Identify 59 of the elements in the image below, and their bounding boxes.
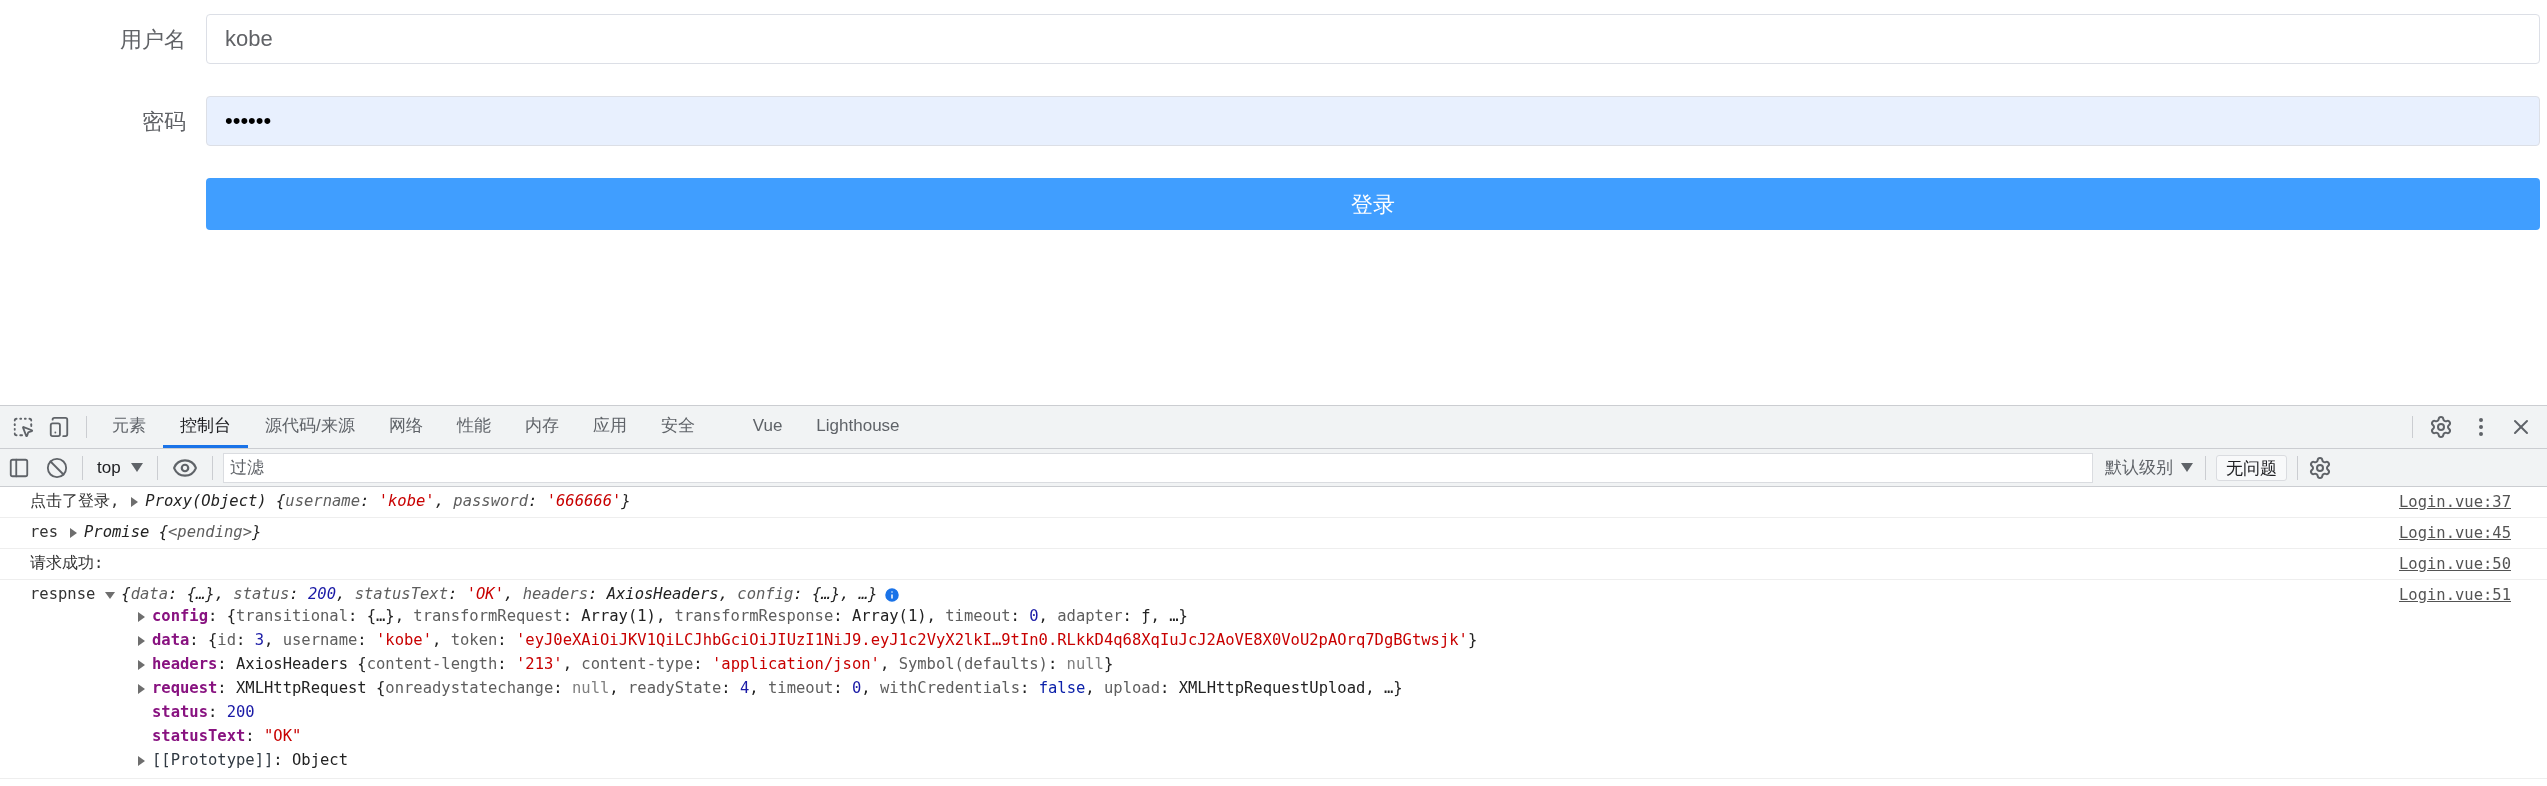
log-level-dropdown[interactable]: 默认级别 bbox=[2102, 454, 2195, 481]
source-link[interactable]: Login.vue:37 bbox=[2399, 492, 2511, 512]
property-value: : {transitional: {…}, transformRequest: Array(1), transformResponse: Array(1), timeout: 0, adapter: ƒ, …} bbox=[208, 606, 1188, 628]
clear-console-icon[interactable] bbox=[46, 456, 68, 479]
caret-icon bbox=[130, 463, 143, 472]
property-value: : Object bbox=[273, 750, 348, 772]
devtools-tab[interactable]: 应用 bbox=[575, 406, 644, 448]
device-toolbar-icon[interactable] bbox=[48, 416, 70, 438]
console-settings-icon[interactable] bbox=[2307, 455, 2332, 480]
sidebar-toggle-icon[interactable] bbox=[8, 456, 30, 479]
property-value: : 200 bbox=[208, 702, 255, 724]
property-value: : "OK" bbox=[245, 726, 302, 748]
devtools-tab[interactable]: 元素 bbox=[95, 406, 163, 448]
expand-arrow-icon[interactable] bbox=[136, 612, 146, 622]
username-field[interactable]: kobe bbox=[206, 14, 2540, 64]
password-field[interactable]: •••••• bbox=[206, 96, 2540, 146]
expand-arrow-icon[interactable] bbox=[129, 497, 140, 507]
devtools-tab[interactable]: Lighthouse bbox=[799, 406, 917, 448]
log-label: res bbox=[30, 522, 58, 544]
field-label: 密码 bbox=[141, 107, 186, 136]
property-key: [[Prototype]] bbox=[152, 749, 274, 773]
context-dropdown[interactable]: top bbox=[93, 454, 147, 481]
log-label: 请求成功: bbox=[30, 553, 104, 575]
inspect-element-icon[interactable] bbox=[12, 416, 34, 438]
caret-icon bbox=[2180, 463, 2193, 472]
settings-icon[interactable] bbox=[2429, 415, 2453, 439]
collapse-arrow-icon[interactable] bbox=[105, 590, 116, 600]
log-label: respnse bbox=[30, 584, 96, 606]
field-label: 用户名 bbox=[119, 25, 186, 54]
property-key: data bbox=[152, 629, 190, 653]
property-key: headers bbox=[152, 653, 218, 677]
property-key: statusText bbox=[152, 725, 246, 749]
devtools-tab[interactable]: Vue bbox=[735, 406, 800, 448]
expand-arrow-icon[interactable] bbox=[136, 684, 146, 694]
source-link[interactable]: Login.vue:51 bbox=[2399, 585, 2511, 605]
source-link[interactable]: Login.vue:50 bbox=[2399, 554, 2511, 574]
expand-arrow-icon[interactable] bbox=[136, 660, 146, 670]
object-preview: Promise {<pending>} bbox=[84, 522, 262, 544]
devtools-tab[interactable]: 源代码/来源 bbox=[248, 406, 372, 448]
devtools-tab[interactable]: 安全 bbox=[643, 406, 712, 448]
source-link[interactable]: Login.vue:45 bbox=[2399, 523, 2511, 543]
log-label: 点击了登录, bbox=[30, 491, 120, 513]
property-value: : XMLHttpRequest {onreadystatechange: null, readyState: 4, timeout: 0, withCredentials: false, upload: XMLHttpRequestUpload, …} bbox=[217, 678, 1403, 700]
property-value: : AxiosHeaders {content-length: '213', content-type: 'application/json', Symbol(defaults): null} bbox=[217, 654, 1114, 676]
issues-button[interactable]: 无问题 bbox=[2215, 454, 2287, 481]
expand-arrow-icon[interactable] bbox=[136, 636, 146, 646]
expand-arrow-icon[interactable] bbox=[68, 528, 78, 538]
property-key: config bbox=[152, 605, 208, 629]
property-key: request bbox=[152, 677, 218, 701]
object-preview: Proxy(Object) {username: 'kobe', password: '666666'} bbox=[145, 491, 631, 513]
property-key: status bbox=[152, 701, 208, 725]
expand-arrow-icon[interactable] bbox=[136, 756, 146, 766]
filter-field[interactable]: 过滤 bbox=[222, 452, 2093, 483]
property-value: : {id: 3, username: 'kobe', token: 'eyJ0eXAiOiJKV1QiLCJhbGciOiJIUzI1NiJ9.eyJ1c2VyX2lkI…9tIn0.RLkkD4q68XqIuJcJ2AoVE8X0VoU2pAOrq7DgBGtwsjk'} bbox=[189, 630, 1478, 652]
devtools-tab[interactable]: 内存 bbox=[507, 406, 576, 448]
info-icon[interactable] bbox=[883, 586, 902, 604]
object-preview: {data: {…}, status: 200, statusText: 'OK', headers: AxiosHeaders, config: {…}, …} bbox=[121, 584, 878, 606]
devtools-tab[interactable]: 性能 bbox=[439, 406, 508, 448]
devtools-tab[interactable]: 网络 bbox=[371, 406, 440, 448]
